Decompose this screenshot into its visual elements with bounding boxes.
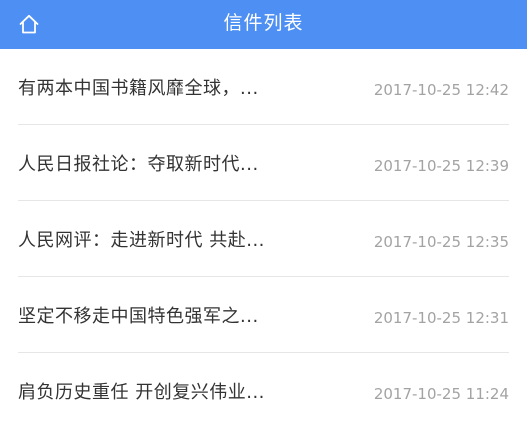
letter-list-item[interactable]: 有两本中国书籍风靡全球，... 2017-10-25 12:42	[0, 49, 527, 125]
letter-timestamp: 2017-10-25 12:39	[373, 157, 509, 175]
letter-title: 肩负历史重任 开创复兴伟业...	[18, 382, 265, 403]
page-title: 信件列表	[223, 12, 304, 34]
letter-list-item[interactable]: 人民网评：走进新时代 共赴... 2017-10-25 12:35	[0, 201, 527, 277]
letter-title: 坚定不移走中国特色强军之...	[18, 306, 259, 327]
letter-list-item[interactable]: 肩负历史重任 开创复兴伟业... 2017-10-25 11:24	[0, 353, 527, 429]
letter-list: 有两本中国书籍风靡全球，... 2017-10-25 12:42 人民日报社论：…	[0, 49, 527, 429]
letter-title: 人民日报社论：夺取新时代...	[18, 154, 259, 175]
letter-timestamp: 2017-10-25 12:42	[373, 81, 509, 99]
letter-title: 有两本中国书籍风靡全球，...	[18, 78, 259, 99]
letter-list-item[interactable]: 人民日报社论：夺取新时代... 2017-10-25 12:39	[0, 125, 527, 201]
letter-list-item[interactable]: 坚定不移走中国特色强军之... 2017-10-25 12:31	[0, 277, 527, 353]
top-bar: 信件列表	[0, 0, 527, 49]
letter-timestamp: 2017-10-25 12:35	[373, 233, 509, 251]
letter-timestamp: 2017-10-25 12:31	[373, 309, 509, 327]
letter-title: 人民网评：走进新时代 共赴...	[18, 230, 265, 251]
letter-timestamp: 2017-10-25 11:24	[373, 385, 509, 403]
